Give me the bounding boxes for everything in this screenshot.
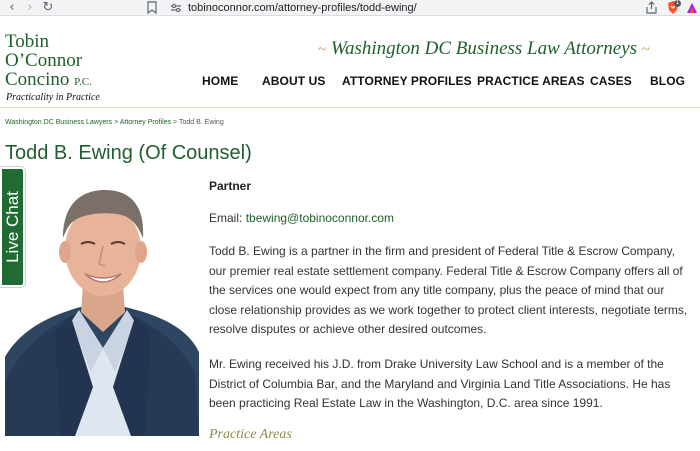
- live-chat-tab[interactable]: Live Chat: [0, 166, 26, 288]
- browser-toolbar: ‹ › ↻ tobinoconnor.com/attorney-profiles…: [0, 0, 700, 16]
- logo-line-1: Tobin: [5, 31, 50, 52]
- bio-paragraph-1: Todd B. Ewing is a partner in the firm a…: [209, 244, 688, 336]
- site-info-icon[interactable]: [170, 2, 182, 14]
- nav-practice-areas[interactable]: PRACTICE AREAS: [477, 74, 585, 88]
- brave-rewards-icon[interactable]: [686, 2, 698, 14]
- email-link[interactable]: tbewing@tobinoconnor.com: [246, 211, 394, 225]
- logo-line-3: Concino P.C.: [5, 70, 92, 92]
- tagline-ornament-right: ~: [641, 42, 650, 58]
- header-tagline-text: Washington DC Business Law Attorneys: [330, 38, 638, 59]
- email-label: Email:: [209, 211, 243, 225]
- firm-logo[interactable]: Tobin O’Connor Concino P.C.: [5, 32, 92, 92]
- back-arrow-icon[interactable]: ‹: [4, 0, 20, 16]
- logo-tagline: Practicality in Practice: [6, 92, 100, 103]
- breadcrumb-separator: >: [173, 119, 178, 126]
- logo-line-3-text: Concino: [5, 69, 70, 90]
- bio-paragraph-2: Mr. Ewing received his J.D. from Drake U…: [209, 357, 671, 410]
- header-tagline: ~ Washington DC Business Law Attorneys ~: [318, 38, 650, 60]
- brave-badge-count: 1: [674, 0, 681, 7]
- nav-blog[interactable]: BLOG: [650, 74, 685, 88]
- nav-about-us[interactable]: ABOUT US: [262, 74, 325, 88]
- logo-suffix: P.C.: [74, 76, 92, 88]
- breadcrumb-separator: >: [114, 119, 119, 126]
- live-chat-label: Live Chat: [2, 191, 22, 263]
- bookmark-icon[interactable]: [147, 1, 157, 14]
- breadcrumb-home-link[interactable]: Washington DC Business Lawyers: [5, 119, 112, 126]
- attorney-portrait: [5, 172, 199, 436]
- reload-icon[interactable]: ↻: [40, 0, 56, 16]
- breadcrumb-current: Todd B. Ewing: [178, 119, 224, 126]
- nav-attorney-profiles[interactable]: ATTORNEY PROFILES: [342, 74, 472, 88]
- nav-cases[interactable]: CASES: [590, 74, 632, 88]
- forward-arrow-icon[interactable]: ›: [22, 0, 38, 16]
- share-icon[interactable]: [645, 1, 658, 14]
- breadcrumb-profiles-link[interactable]: Attorney Profiles: [120, 119, 171, 126]
- portrait-illustration: [5, 190, 199, 436]
- tagline-ornament-left: ~: [318, 42, 327, 58]
- header-divider: [0, 107, 700, 108]
- nav-home[interactable]: HOME: [202, 74, 238, 88]
- practice-areas-heading: Practice Areas: [209, 427, 292, 442]
- breadcrumb: Washington DC Business Lawyers > Attorne…: [5, 119, 224, 126]
- page-title: Todd B. Ewing (Of Counsel): [5, 142, 252, 164]
- email-row: Email: tbewing@tobinoconnor.com: [209, 211, 394, 225]
- attorney-role: Partner: [209, 179, 252, 193]
- logo-line-2: O’Connor: [5, 50, 83, 71]
- address-bar-url[interactable]: tobinoconnor.com/attorney-profiles/todd-…: [188, 1, 417, 15]
